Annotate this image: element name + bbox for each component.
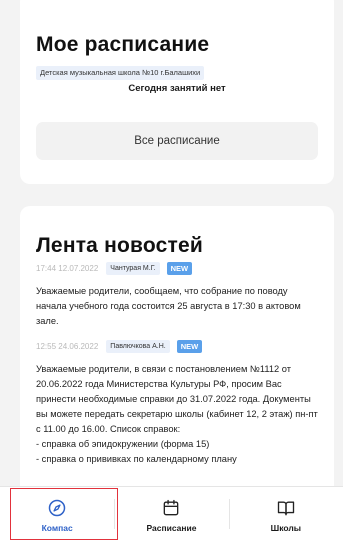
news-text: Уважаемые родители, сообщаем, что собран… xyxy=(36,286,301,326)
news-time: 12:55 24.06.2022 xyxy=(36,341,99,351)
school-tag[interactable]: Детская музыкальная школа №10 г.Балашихи xyxy=(36,66,205,80)
tab-compass-label: Компас xyxy=(41,522,73,533)
news-text: Уважаемые родители, в связи с постановле… xyxy=(36,364,318,464)
tab-schedule-label: Расписание xyxy=(146,522,197,533)
news-author: Чантурая М.Г. xyxy=(106,261,160,275)
tab-divider xyxy=(228,499,230,529)
tab-schools[interactable]: Школы xyxy=(228,487,343,542)
tab-schools-label: Школы xyxy=(270,522,301,533)
news-item[interactable]: 17:44 12.07.2022 Чантурая М.Г. NEW Уважа… xyxy=(36,261,318,329)
new-badge: NEW xyxy=(176,339,203,353)
app-screen: Мое расписание Детская музыкальная школа… xyxy=(0,0,343,542)
news-meta: 17:44 12.07.2022 Чантурая М.Г. NEW xyxy=(36,261,318,275)
news-meta: 12:55 24.06.2022 Павлючкова А.Н. NEW xyxy=(36,339,318,353)
tab-schedule[interactable]: Расписание xyxy=(114,487,228,542)
news-title: Лента новостей xyxy=(36,234,203,257)
no-classes-text: Сегодня занятий нет xyxy=(128,83,226,94)
tab-compass[interactable]: Компас xyxy=(0,487,114,542)
book-icon xyxy=(277,501,294,515)
news-card: Лента новостей 17:44 12.07.2022 Чантурая… xyxy=(20,206,334,506)
schedule-card: Мое расписание Детская музыкальная школа… xyxy=(20,0,334,184)
compass-icon xyxy=(48,499,66,516)
new-badge: NEW xyxy=(166,261,193,275)
news-time: 17:44 12.07.2022 xyxy=(36,263,99,273)
news-author: Павлючкова А.Н. xyxy=(106,339,170,353)
bottom-tab-bar: Компас Расписание Школы xyxy=(0,486,343,542)
tab-divider xyxy=(114,499,116,529)
calendar-icon xyxy=(164,499,179,515)
all-schedule-button[interactable]: Все расписание xyxy=(36,122,318,160)
schedule-title: Мое расписание xyxy=(36,33,210,56)
news-item[interactable]: 12:55 24.06.2022 Павлючкова А.Н. NEW Ува… xyxy=(36,339,318,467)
